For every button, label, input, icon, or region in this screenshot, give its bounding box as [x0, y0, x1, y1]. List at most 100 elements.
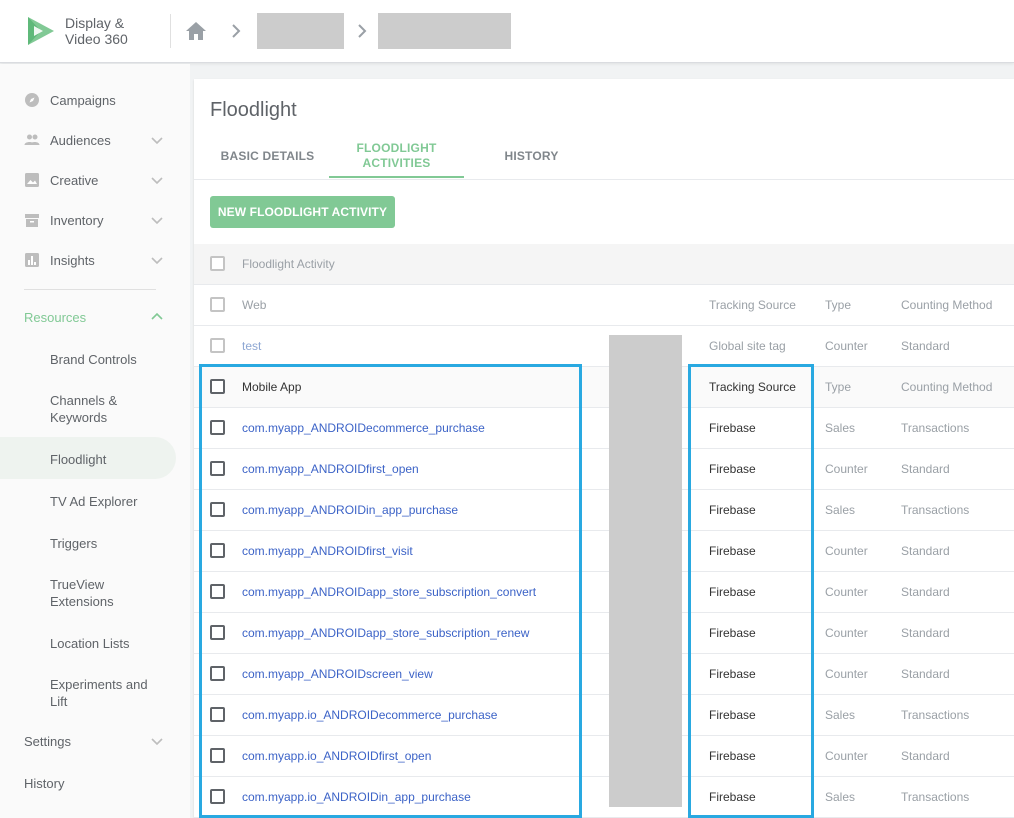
activity-type: Counter — [825, 544, 868, 558]
tab-floodlight-activities[interactable]: FLOODLIGHT ACTIVITIES — [344, 141, 449, 171]
row-checkbox[interactable] — [210, 379, 225, 394]
sidebar-item-label: Creative — [50, 172, 99, 188]
sidebar-item-label: History — [24, 775, 65, 791]
row-checkbox[interactable] — [210, 789, 225, 804]
tracking-source: Firebase — [709, 585, 756, 599]
counting-method: Standard — [901, 626, 950, 640]
activity-name-link[interactable]: com.myapp_ANDROIDapp_store_subscription_… — [242, 572, 536, 613]
activity-name-link[interactable]: test — [242, 326, 261, 367]
image-icon — [25, 173, 39, 187]
dv360-logo-icon[interactable] — [24, 14, 56, 48]
sidebar-section-label: Resources — [24, 309, 87, 325]
sidebar: Campaigns Audiences Creative Inventory I… — [0, 64, 190, 818]
sidebar-item-brand-controls[interactable]: Brand Controls — [50, 351, 160, 368]
main-panel: Floodlight BASIC DETAILS FLOODLIGHT ACTI… — [194, 79, 1014, 818]
table-row: com.myapp_ANDROIDapp_store_subscription_… — [194, 572, 1014, 613]
activity-name-link[interactable]: com.myapp.io_ANDROIDfirst_open — [242, 736, 431, 777]
row-checkbox[interactable] — [210, 748, 225, 763]
activity-name-link[interactable]: com.myapp_ANDROIDin_app_purchase — [242, 490, 458, 531]
activity-name-link[interactable]: com.myapp_ANDROIDecommerce_purchase — [242, 408, 485, 449]
row-checkbox[interactable] — [210, 707, 225, 722]
select-all-checkbox[interactable] — [210, 256, 225, 271]
column-header-name[interactable]: Floodlight Activity — [242, 244, 335, 285]
sidebar-item-settings[interactable]: Settings — [0, 731, 176, 751]
sidebar-item-label: Insights — [50, 252, 95, 268]
activity-type: Sales — [825, 708, 856, 722]
counting-method: Standard — [901, 544, 950, 558]
sidebar-item-tv-ad-explorer[interactable]: TV Ad Explorer — [50, 493, 160, 510]
sidebar-item-triggers[interactable]: Triggers — [50, 535, 160, 552]
top-bar: Display & Video 360 — [0, 0, 1014, 63]
chevron-up-icon[interactable] — [150, 310, 164, 324]
home-icon[interactable] — [184, 20, 208, 42]
tracking-source: Firebase — [709, 667, 756, 681]
counting-method: Transactions — [901, 503, 970, 517]
row-checkbox[interactable] — [210, 543, 225, 558]
sidebar-item-creative[interactable]: Creative — [0, 170, 176, 190]
chevron-down-icon[interactable] — [150, 213, 164, 227]
column-header-tracking-source: Tracking Source — [709, 380, 796, 394]
chart-icon — [25, 253, 39, 267]
counting-method: Standard — [901, 749, 950, 763]
sidebar-item-audiences[interactable]: Audiences — [0, 130, 176, 150]
chevron-down-icon[interactable] — [150, 133, 164, 147]
sidebar-item-experiments-lift[interactable]: Experiments and Lift — [50, 676, 160, 710]
group-label: Mobile App — [242, 380, 302, 394]
sidebar-item-label: Settings — [24, 733, 71, 749]
sidebar-item-label: Audiences — [50, 132, 111, 148]
table-row: com.myapp.io_ANDROIDfirst_open Firebase … — [194, 736, 1014, 777]
row-checkbox[interactable] — [210, 420, 225, 435]
sidebar-item-location-lists[interactable]: Location Lists — [50, 635, 160, 652]
row-checkbox[interactable] — [210, 625, 225, 640]
header-divider — [170, 14, 171, 48]
sidebar-item-resources[interactable]: Resources — [0, 307, 176, 327]
sidebar-item-history[interactable]: History — [0, 773, 176, 793]
people-icon — [24, 134, 40, 145]
sidebar-item-trueview-extensions[interactable]: TrueView Extensions — [50, 576, 160, 610]
row-checkbox[interactable] — [210, 666, 225, 681]
inventory-icon — [25, 214, 39, 227]
counting-method: Standard — [901, 462, 950, 476]
activity-name-link[interactable]: com.myapp_ANDROIDfirst_visit — [242, 531, 413, 572]
breadcrumb-redacted-2[interactable] — [378, 13, 511, 49]
tracking-source: Firebase — [709, 749, 756, 763]
chevron-down-icon[interactable] — [150, 253, 164, 267]
row-checkbox[interactable] — [210, 461, 225, 476]
tab-history[interactable]: HISTORY — [494, 149, 569, 164]
row-checkbox[interactable] — [210, 297, 225, 312]
activity-name-link[interactable]: com.myapp.io_ANDROIDin_app_purchase — [242, 777, 471, 818]
activity-name-link[interactable]: com.myapp_ANDROIDscreen_view — [242, 654, 433, 695]
column-header-tracking-source: Tracking Source — [709, 298, 796, 312]
breadcrumb-redacted-1[interactable] — [257, 13, 344, 49]
chevron-down-icon[interactable] — [150, 734, 164, 748]
activity-type: Sales — [825, 503, 856, 517]
sidebar-item-channels-keywords[interactable]: Channels & Keywords — [50, 392, 160, 426]
activity-name-link[interactable]: com.myapp_ANDROIDfirst_open — [242, 449, 419, 490]
column-header-counting-method: Counting Method — [901, 380, 993, 394]
new-floodlight-activity-button[interactable]: NEW FLOODLIGHT ACTIVITY — [210, 196, 395, 228]
chevron-down-icon[interactable] — [150, 173, 164, 187]
sidebar-item-insights[interactable]: Insights — [0, 250, 176, 270]
tracking-source: Firebase — [709, 544, 756, 558]
chevron-right-icon — [358, 24, 367, 38]
column-header-type: Type — [825, 380, 852, 394]
tracking-source: Global site tag — [709, 339, 786, 353]
table-row: com.myapp_ANDROIDfirst_visit Firebase Co… — [194, 531, 1014, 572]
active-tab-indicator — [329, 176, 464, 178]
activity-type: Counter — [825, 339, 868, 353]
table-row: com.myapp_ANDROIDin_app_purchase Firebas… — [194, 490, 1014, 531]
sidebar-item-inventory[interactable]: Inventory — [0, 210, 176, 230]
row-checkbox[interactable] — [210, 338, 225, 353]
tab-basic-details[interactable]: BASIC DETAILS — [210, 149, 325, 164]
table-row: com.myapp.io_ANDROIDecommerce_purchase F… — [194, 695, 1014, 736]
table-row: com.myapp_ANDROIDscreen_view Firebase Co… — [194, 654, 1014, 695]
column-header-counting-method: Counting Method — [901, 298, 993, 312]
activity-name-link[interactable]: com.myapp_ANDROIDapp_store_subscription_… — [242, 613, 529, 654]
row-checkbox[interactable] — [210, 584, 225, 599]
activity-name-link[interactable]: com.myapp.io_ANDROIDecommerce_purchase — [242, 695, 497, 736]
row-checkbox[interactable] — [210, 502, 225, 517]
sidebar-item-campaigns[interactable]: Campaigns — [0, 90, 176, 110]
counting-method: Transactions — [901, 790, 970, 804]
sidebar-item-floodlight[interactable]: Floodlight — [50, 451, 160, 468]
tracking-source: Firebase — [709, 626, 756, 640]
